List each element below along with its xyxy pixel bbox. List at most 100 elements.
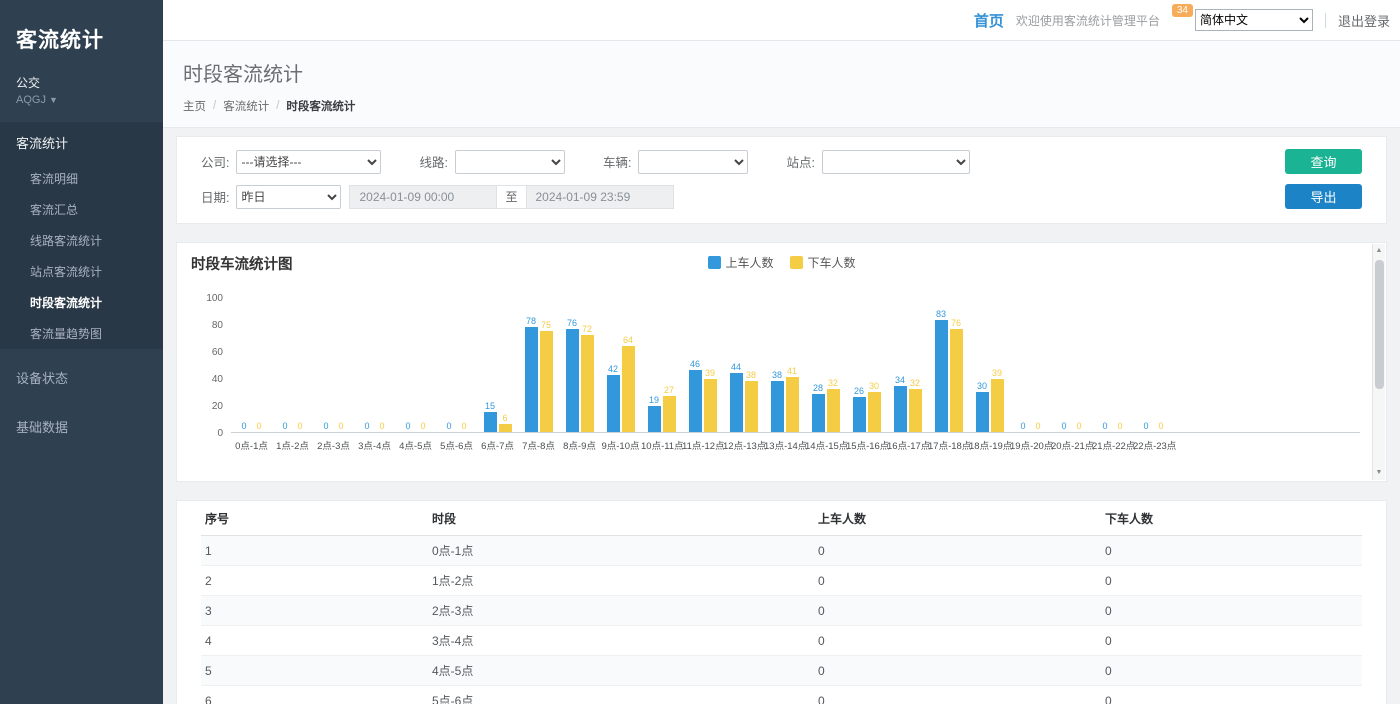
company-filter: 公司: ---请选择--- [201, 150, 381, 174]
bar-boarding[interactable] [689, 370, 702, 432]
bar-value-label: 30 [977, 382, 987, 391]
home-link[interactable]: 首页 [974, 10, 1004, 31]
bar-column-boarding: 78 [525, 317, 538, 432]
bar-value-label: 0 [364, 422, 369, 431]
x-axis-label: 20点-21点 [1051, 438, 1092, 452]
bar-value-label: 72 [582, 325, 592, 334]
page-title: 时段客流统计 [183, 58, 1380, 87]
x-axis-label: 4点-5点 [395, 438, 436, 452]
bar-value-label: 32 [828, 379, 838, 388]
sidebar-subitem-1[interactable]: 客流汇总 [0, 194, 163, 225]
bar-alighting[interactable] [745, 381, 758, 432]
date-preset-select[interactable]: 昨日 [236, 185, 341, 209]
bar-group: 1927 [641, 386, 682, 432]
breadcrumb-passenger-stats[interactable]: 客流统计 [223, 98, 269, 114]
logout-link[interactable]: 退出登录 [1338, 11, 1390, 30]
table-cell: 4 [201, 626, 428, 656]
bar-alighting[interactable] [991, 379, 1004, 432]
bar-alighting[interactable] [622, 346, 635, 432]
scroll-down-icon[interactable]: ▼ [1376, 466, 1383, 480]
bar-boarding[interactable] [853, 397, 866, 432]
notification-badge[interactable]: 34 [1172, 4, 1193, 17]
company-select[interactable]: ---请选择--- [236, 150, 381, 174]
sidebar-subitem-5[interactable]: 客流量趋势图 [0, 318, 163, 349]
bar-value-label: 0 [420, 422, 425, 431]
x-axis-label: 8点-9点 [559, 438, 600, 452]
x-axis-label: 13点-14点 [764, 438, 805, 452]
legend-swatch-alighting [790, 256, 803, 269]
bar-column-alighting: 27 [663, 386, 676, 432]
sidebar-subitem-4[interactable]: 时段客流统计 [0, 287, 163, 318]
table-header-row: 序号时段上车人数下车人数 [201, 501, 1362, 536]
legend-item-boarding[interactable]: 上车人数 [707, 254, 773, 271]
bar-alighting[interactable] [704, 379, 717, 432]
bar-alighting[interactable] [663, 396, 676, 432]
bar-column-alighting: 76 [950, 319, 963, 432]
bar-column-boarding: 34 [894, 376, 907, 432]
breadcrumb-separator: / [276, 100, 279, 112]
bar-alighting[interactable] [786, 377, 799, 432]
bar-boarding[interactable] [976, 392, 989, 433]
bar-value-label: 0 [1061, 422, 1066, 431]
bar-value-label: 39 [705, 369, 715, 378]
sidebar-item-passenger-stats[interactable]: 客流统计 [0, 122, 163, 163]
scroll-up-icon[interactable]: ▲ [1376, 244, 1383, 258]
company-label: 公司: [201, 152, 229, 171]
bar-alighting[interactable] [827, 389, 840, 432]
export-button[interactable]: 导出 [1285, 184, 1362, 209]
main-area: 首页 欢迎使用客流统计管理平台 34 简体中文 退出登录 时段客流统计 主页 /… [163, 0, 1400, 704]
bar-alighting[interactable] [868, 392, 881, 433]
bar-alighting[interactable] [540, 331, 553, 432]
bar-column-boarding: 19 [648, 396, 661, 432]
bar-boarding[interactable] [894, 386, 907, 432]
bar-boarding[interactable] [484, 412, 497, 432]
bar-alighting[interactable] [499, 424, 512, 432]
chart-scrollbar[interactable]: ▲ ▼ [1372, 244, 1385, 480]
bar-value-label: 46 [690, 360, 700, 369]
vehicle-select[interactable] [638, 150, 748, 174]
sidebar-subitem-2[interactable]: 线路客流统计 [0, 225, 163, 256]
x-axis-label: 1点-2点 [272, 438, 313, 452]
bar-column-alighting: 0 [1032, 422, 1045, 432]
sidebar-subitem-3[interactable]: 站点客流统计 [0, 256, 163, 287]
scrollbar-thumb[interactable] [1375, 260, 1384, 389]
bar-column-alighting: 30 [868, 382, 881, 433]
y-axis-tick: 60 [212, 347, 223, 358]
bar-value-label: 0 [1020, 422, 1025, 431]
filter-row-2: 日期: 昨日 至 导出 [201, 184, 1362, 209]
bar-value-label: 38 [746, 371, 756, 380]
sidebar-subitem-0[interactable]: 客流明细 [0, 163, 163, 194]
bar-boarding[interactable] [648, 406, 661, 432]
table-row: 65点-6点00 [201, 686, 1362, 704]
bar-boarding[interactable] [607, 375, 620, 432]
query-button[interactable]: 查询 [1285, 149, 1362, 174]
bar-alighting[interactable] [581, 335, 594, 432]
table-cell: 1点-2点 [428, 566, 814, 596]
sidebar-item-basic-data[interactable]: 基础数据 [0, 406, 163, 447]
legend-item-alighting[interactable]: 下车人数 [790, 254, 856, 271]
bar-boarding[interactable] [935, 320, 948, 432]
bar-boarding[interactable] [812, 394, 825, 432]
bar-boarding[interactable] [771, 381, 784, 432]
station-select[interactable] [822, 150, 970, 174]
org-selector[interactable]: AQGJ▼ [0, 91, 163, 122]
table-cell: 0 [814, 536, 1101, 566]
sidebar-item-device-status[interactable]: 设备状态 [0, 357, 163, 398]
bar-boarding[interactable] [566, 329, 579, 432]
bar-group: 46 39 [682, 360, 723, 432]
bar-alighting[interactable] [909, 389, 922, 432]
bar-group: 00 [272, 422, 313, 432]
date-start-input[interactable] [349, 185, 497, 209]
breadcrumb-home[interactable]: 主页 [183, 98, 206, 114]
x-axis-label: 0点-1点 [231, 438, 272, 452]
line-select[interactable] [455, 150, 565, 174]
scrollbar-track[interactable] [1373, 258, 1385, 466]
bar-alighting[interactable] [950, 329, 963, 432]
bar-boarding[interactable] [730, 373, 743, 432]
date-end-input[interactable] [526, 185, 674, 209]
filter-row-1: 公司: ---请选择--- 线路: 车辆: 站点: [201, 149, 1362, 174]
bar-column-boarding: 83 [935, 310, 948, 432]
bar-value-label: 15 [485, 402, 495, 411]
language-select[interactable]: 简体中文 [1195, 9, 1313, 31]
bar-boarding[interactable] [525, 327, 538, 432]
